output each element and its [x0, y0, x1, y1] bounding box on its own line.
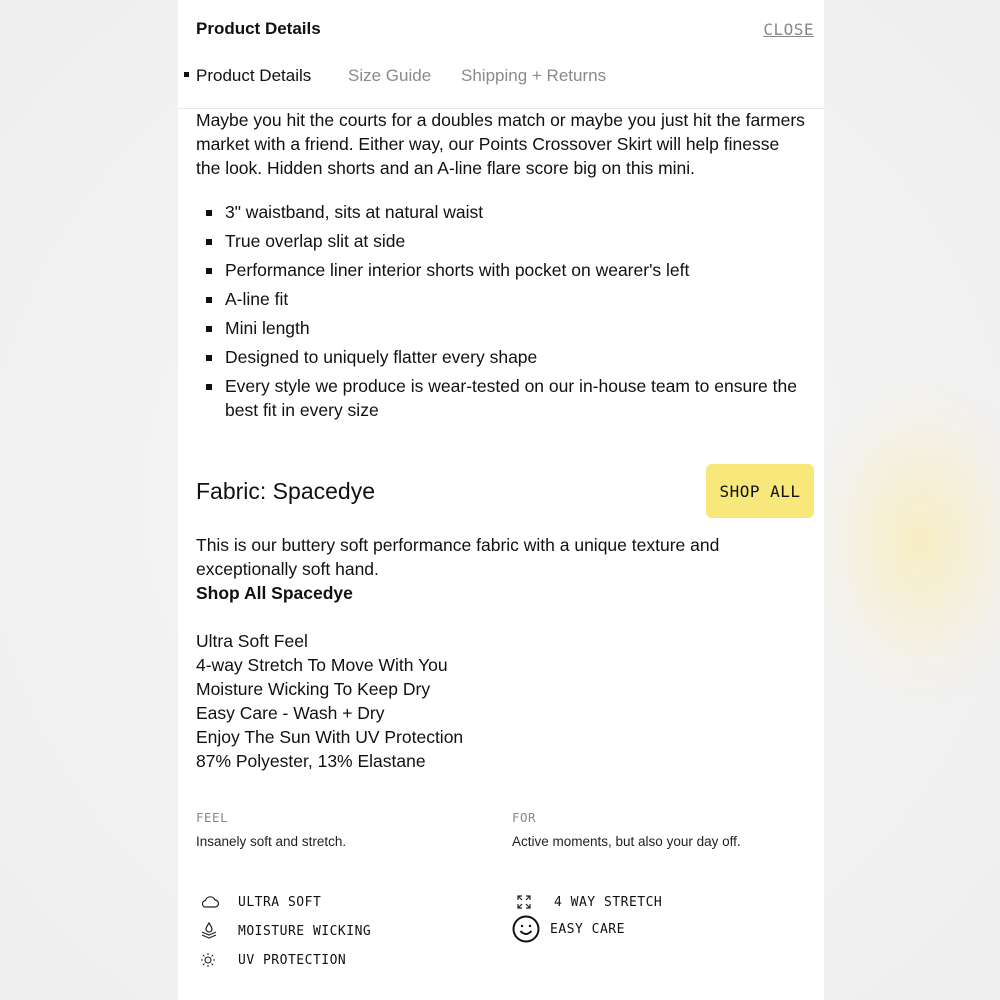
fabric-description: This is our buttery soft performance fab…: [196, 533, 796, 605]
attribute-label: EASY CARE: [550, 921, 625, 937]
fabric-property: Enjoy The Sun With UV Protection: [196, 727, 464, 747]
for-label: FOR: [512, 810, 537, 825]
fabric-description-text: This is our buttery soft performance fab…: [196, 535, 720, 579]
fabric-property: Easy Care - Wash + Dry: [196, 703, 385, 723]
cloud-icon: [200, 891, 226, 913]
attribute-ultra-soft: ULTRA SOFT: [200, 891, 321, 913]
attribute-uv-protection: UV PROTECTION: [200, 949, 346, 971]
panel-title: Product Details: [196, 19, 321, 38]
background-glow: [810, 380, 1000, 700]
feature-text: Performance liner interior shorts with p…: [225, 260, 690, 280]
feature-text: 3" waistband, sits at natural waist: [225, 202, 484, 222]
fabric-property: 87% Polyester, 13% Elastane: [196, 751, 426, 771]
feature-item: Mini length: [196, 316, 808, 340]
feature-text: Designed to uniquely flatter every shape: [225, 347, 538, 367]
feature-item: Performance liner interior shorts with p…: [196, 258, 808, 282]
feature-list: 3" waistband, sits at natural waist True…: [196, 200, 808, 422]
attribute-moisture-wicking: MOISTURE WICKING: [200, 920, 371, 942]
feature-item: Every style we produce is wear-tested on…: [196, 374, 808, 422]
fabric-property: Moisture Wicking To Keep Dry: [196, 679, 431, 699]
attribute-label: UV PROTECTION: [238, 952, 347, 968]
expand-arrows-icon: [516, 891, 542, 913]
feature-item: True overlap slit at side: [196, 229, 808, 253]
fabric-title: Fabric: Spacedye: [196, 478, 375, 504]
bullet-icon: [206, 384, 212, 390]
fabric-properties: Ultra Soft Feel 4-way Stretch To Move Wi…: [196, 629, 463, 773]
details-content: Maybe you hit the courts for a doubles m…: [196, 108, 814, 968]
bullet-icon: [206, 210, 212, 216]
sun-icon: [200, 949, 226, 971]
feature-text: A-line fit: [225, 289, 289, 309]
feel-block: FEEL Insanely soft and stretch.: [196, 810, 346, 849]
for-value: Active moments, but also your day off.: [512, 834, 741, 849]
product-details-panel: Product Details CLOSE Product Details Si…: [178, 0, 824, 1000]
tab-bar: Product Details Size Guide Shipping + Re…: [178, 58, 824, 109]
bullet-icon: [206, 239, 212, 245]
tab-size-guide[interactable]: Size Guide: [348, 66, 431, 86]
active-tab-marker: [184, 72, 189, 77]
feature-text: Every style we produce is wear-tested on…: [225, 376, 797, 420]
bullet-icon: [206, 268, 212, 274]
tab-product-details[interactable]: Product Details: [196, 66, 311, 86]
feel-label: FEEL: [196, 810, 229, 825]
bullet-icon: [206, 297, 212, 303]
tab-shipping-returns[interactable]: Shipping + Returns: [461, 66, 606, 86]
attribute-label: 4 WAY STRETCH: [554, 894, 663, 910]
feel-value: Insanely soft and stretch.: [196, 834, 347, 849]
smiley-icon: [512, 915, 542, 943]
fabric-property: Ultra Soft Feel: [196, 631, 308, 651]
shop-spacedye-link[interactable]: Shop All Spacedye: [196, 581, 796, 605]
feature-item: 3" waistband, sits at natural waist: [196, 200, 808, 224]
fabric-property: 4-way Stretch To Move With You: [196, 655, 448, 675]
feature-item: A-line fit: [196, 287, 808, 311]
product-intro: Maybe you hit the courts for a doubles m…: [196, 110, 805, 178]
fabric-header: Fabric: Spacedye SHOP ALL: [196, 464, 814, 520]
shop-all-button[interactable]: SHOP ALL: [706, 464, 814, 518]
attribute-4-way-stretch: 4 WAY STRETCH: [516, 891, 662, 913]
close-button[interactable]: CLOSE: [763, 20, 814, 39]
for-block: FOR Active moments, but also your day of…: [512, 810, 741, 849]
attribute-label: ULTRA SOFT: [238, 894, 322, 910]
feature-text: Mini length: [225, 318, 310, 338]
feature-item: Designed to uniquely flatter every shape: [196, 345, 808, 369]
droplet-layers-icon: [200, 920, 226, 942]
bullet-icon: [206, 326, 212, 332]
attribute-label: MOISTURE WICKING: [238, 923, 372, 939]
attribute-easy-care: EASY CARE: [512, 915, 625, 943]
bullet-icon: [206, 355, 212, 361]
feature-text: True overlap slit at side: [225, 231, 406, 251]
